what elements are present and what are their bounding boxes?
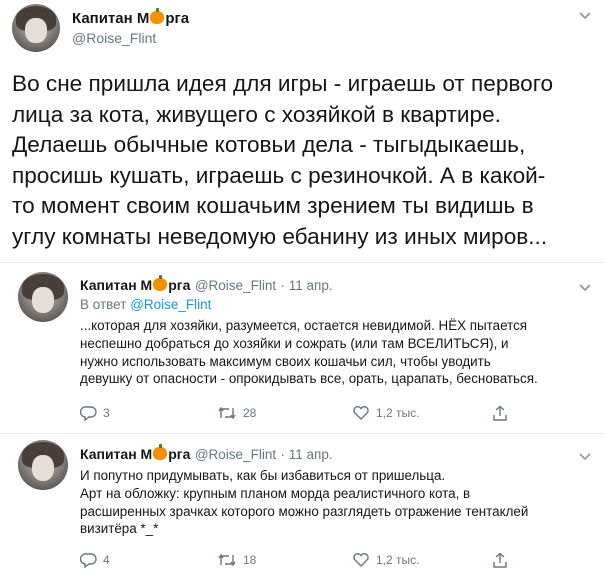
user-handle[interactable]: @Roise_Flint — [72, 30, 156, 46]
share-icon — [493, 552, 507, 568]
retweet-icon — [218, 406, 236, 420]
reply-text: ...которая для хозяйки, разумеется, оста… — [80, 318, 538, 387]
retweet-button[interactable]: 18 — [217, 552, 256, 568]
divider — [0, 262, 604, 263]
display-name[interactable]: Капитан Мрга — [80, 275, 190, 293]
display-name[interactable]: Капитан Мрга — [72, 8, 189, 27]
share-icon — [493, 405, 507, 421]
tweet-date[interactable]: · 11 апр. — [281, 447, 333, 462]
reply-icon — [80, 553, 97, 568]
reply-header: Капитан Мрга @Roise_Flint · 11 апр. — [80, 275, 333, 295]
avatar[interactable] — [18, 272, 68, 322]
pumpkin-icon — [153, 444, 168, 460]
chevron-down-icon[interactable] — [578, 449, 592, 465]
reply-header: Капитан Мрга @Roise_Flint · 11 апр. — [80, 444, 333, 464]
retweet-button[interactable]: 28 — [217, 405, 256, 421]
user-handle[interactable]: @Roise_Flint — [195, 278, 276, 293]
reply-to-link[interactable]: @Roise_Flint — [130, 297, 211, 312]
reply-button[interactable]: 4 — [80, 552, 110, 568]
heart-icon — [353, 406, 369, 420]
tweet-date[interactable]: · 11 апр. — [281, 278, 333, 293]
avatar[interactable] — [18, 440, 68, 490]
reply-to-line: В ответ @Roise_Flint — [80, 297, 212, 312]
tweet-text: Во сне пришла идея для игры - играешь от… — [12, 71, 554, 249]
chevron-down-icon[interactable] — [578, 280, 592, 296]
reply-text: И попутно придумывать, как бы избавиться… — [80, 468, 529, 537]
display-name[interactable]: Капитан Мрга — [80, 444, 190, 462]
chevron-down-icon[interactable] — [578, 8, 592, 24]
share-button[interactable] — [492, 405, 508, 422]
pumpkin-icon — [153, 275, 168, 291]
reply-icon — [80, 406, 97, 421]
user-handle[interactable]: @Roise_Flint — [195, 447, 276, 462]
heart-icon — [353, 553, 369, 567]
pumpkin-icon — [150, 8, 165, 24]
reply-button[interactable]: 3 — [80, 405, 110, 421]
like-button[interactable]: 1,2 тыс. — [352, 405, 419, 421]
divider — [0, 433, 604, 434]
like-button[interactable]: 1,2 тыс. — [352, 552, 419, 568]
share-button[interactable] — [492, 552, 508, 569]
avatar[interactable] — [12, 4, 60, 52]
retweet-icon — [218, 553, 236, 567]
